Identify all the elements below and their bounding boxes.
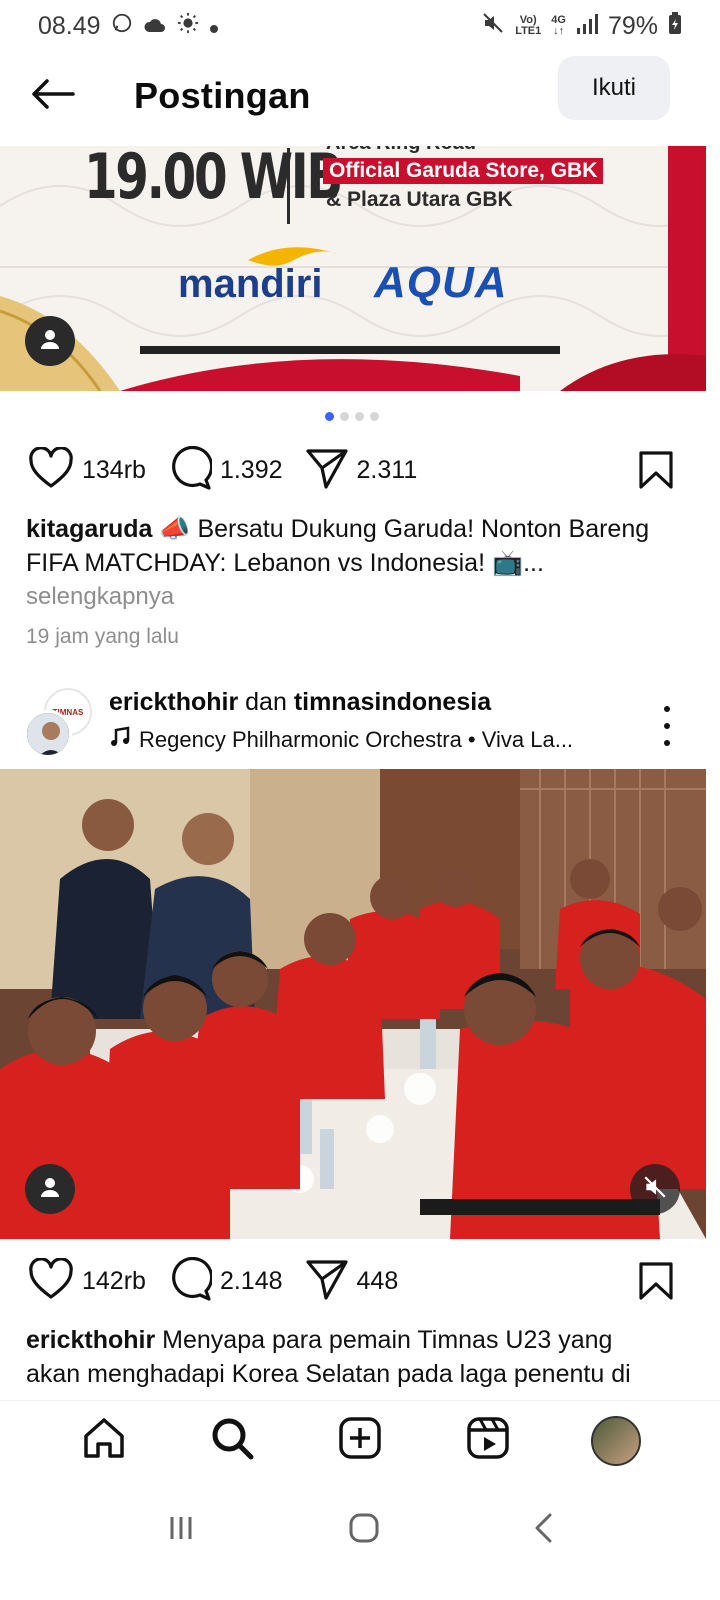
post-image-banner[interactable]: 19.00 WIB Area Ring Road Official Garuda… — [0, 146, 706, 391]
carousel-dot — [325, 412, 334, 421]
caption-text-line2: FIFA MATCHDAY: Lebanon vs Indonesia! 📺..… — [26, 549, 544, 577]
comment-button[interactable]: 1.392 — [168, 445, 283, 495]
person-icon — [38, 327, 62, 356]
save-button[interactable] — [638, 450, 674, 495]
mandiri-logo: mandiri — [178, 242, 368, 307]
sun-icon — [177, 12, 199, 41]
author-2[interactable]: timnasindonesia — [294, 688, 491, 716]
banner-venue-top: Area Ring Road — [326, 146, 476, 155]
home-system-button[interactable] — [348, 1512, 380, 1549]
recent-apps-button[interactable] — [166, 1513, 196, 1548]
like-count: 134rb — [82, 455, 146, 484]
top-bar: Postingan Ikuti — [0, 56, 720, 136]
bookmark-icon — [638, 451, 674, 494]
page-title: Postingan — [134, 75, 311, 116]
status-bar: 08.49 Vo) LTE1 4G ↓↑ 79% — [0, 0, 720, 52]
team-meeting-graphic — [0, 769, 706, 1239]
search-icon — [210, 1416, 254, 1465]
share-count: 2.311 — [356, 455, 418, 484]
bottom-nav — [0, 1400, 720, 1480]
carousel-dot — [355, 412, 364, 421]
comment-count: 1.392 — [219, 455, 283, 484]
post2-header: TIMNAS erickthohir dan timnasindonesia R… — [0, 684, 706, 764]
back-button[interactable] — [8, 56, 98, 136]
nav-home[interactable] — [74, 1411, 134, 1471]
comment-icon — [168, 1256, 214, 1306]
mute-toggle-button[interactable] — [630, 1164, 680, 1214]
heart-icon — [28, 1256, 74, 1305]
volte-indicator: Vo) LTE1 — [515, 14, 542, 37]
comment-count: 2.148 — [219, 1266, 283, 1295]
share-count: 448 — [356, 1266, 399, 1295]
heart-icon — [28, 445, 74, 494]
carousel-dot — [370, 412, 379, 421]
home-icon — [82, 1416, 126, 1465]
notification-dot-icon — [209, 12, 219, 41]
system-nav-bar — [0, 1490, 720, 1570]
author-1[interactable]: erickthohir — [109, 688, 238, 716]
battery-percent: 79% — [607, 11, 658, 40]
save-button[interactable] — [638, 1261, 674, 1306]
author-connector: dan — [245, 688, 287, 716]
caption-text-line2: akan menghadapi Korea Selatan pada laga … — [26, 1360, 631, 1388]
tagged-people-button[interactable] — [25, 1164, 75, 1214]
post-video-photo[interactable] — [0, 769, 706, 1239]
share-button[interactable]: 2.311 — [305, 447, 418, 494]
banner-time-text: 19.00 WIB — [84, 146, 343, 213]
person-icon — [38, 1175, 62, 1204]
reels-icon — [466, 1416, 510, 1465]
more-vertical-icon[interactable] — [662, 706, 672, 746]
nav-search[interactable] — [202, 1411, 262, 1471]
carousel-dot — [340, 412, 349, 421]
post2-action-row: 142rb 2.148 448 — [0, 1251, 706, 1311]
post2-caption: erickthohir Menyapa para pemain Timnas U… — [26, 1323, 676, 1391]
status-time: 08.49 — [38, 11, 101, 40]
banner-venue-highlight: Official Garuda Store, GBK — [323, 158, 604, 184]
cloud-icon — [143, 12, 167, 41]
share-icon — [305, 1258, 349, 1305]
share-icon — [305, 447, 349, 494]
music-attribution[interactable]: Regency Philharmonic Orchestra • Viva La… — [109, 726, 573, 754]
mute-icon — [642, 1174, 668, 1205]
whatsapp-icon — [111, 12, 133, 40]
caption-username[interactable]: kitagaruda — [26, 515, 152, 543]
comment-button[interactable]: 2.148 — [168, 1256, 283, 1306]
profile-avatar — [591, 1415, 641, 1466]
banner-venue-bottom: & Plaza Utara GBK — [326, 188, 513, 211]
caption-text-line1: 📣 Bersatu Dukung Garuda! Nonton Bareng — [159, 515, 650, 543]
aqua-logo: AQUA — [374, 258, 508, 307]
more-link[interactable]: selengkapnya — [26, 583, 174, 611]
like-button[interactable]: 134rb — [28, 445, 146, 494]
network-gen-indicator: 4G ↓↑ — [551, 14, 566, 37]
like-count: 142rb — [82, 1266, 146, 1295]
carousel-indicator — [325, 412, 379, 421]
caption-username[interactable]: erickthohir — [26, 1326, 155, 1354]
post1-caption: kitagaruda 📣 Bersatu Dukung Garuda! Nont… — [26, 512, 676, 580]
signal-icon — [576, 12, 598, 41]
music-title: Regency Philharmonic Orchestra • Viva La… — [139, 727, 574, 752]
follow-button[interactable]: Ikuti — [558, 56, 670, 120]
caption-text-line1: Menyapa para pemain Timnas U23 yang — [162, 1326, 613, 1354]
bookmark-icon — [638, 1262, 674, 1305]
post1-action-row: 134rb 1.392 2.311 — [0, 440, 706, 500]
back-arrow-icon — [31, 78, 75, 115]
nav-profile[interactable] — [586, 1411, 646, 1471]
banner-divider — [287, 148, 290, 224]
back-system-button[interactable] — [532, 1512, 554, 1549]
like-button[interactable]: 142rb — [28, 1256, 146, 1305]
create-icon — [338, 1416, 382, 1465]
mute-status-icon — [481, 11, 505, 42]
nav-reels[interactable] — [458, 1411, 518, 1471]
music-note-icon — [109, 726, 131, 754]
nav-create[interactable] — [330, 1411, 390, 1471]
tagged-people-button[interactable] — [25, 316, 75, 366]
share-button[interactable]: 448 — [305, 1258, 399, 1305]
comment-icon — [168, 445, 214, 495]
erickthohir-avatar[interactable] — [24, 710, 72, 758]
post-timestamp: 19 jam yang lalu — [26, 625, 179, 648]
battery-icon — [668, 11, 682, 41]
post-authors: erickthohir dan timnasindonesia — [109, 688, 491, 717]
